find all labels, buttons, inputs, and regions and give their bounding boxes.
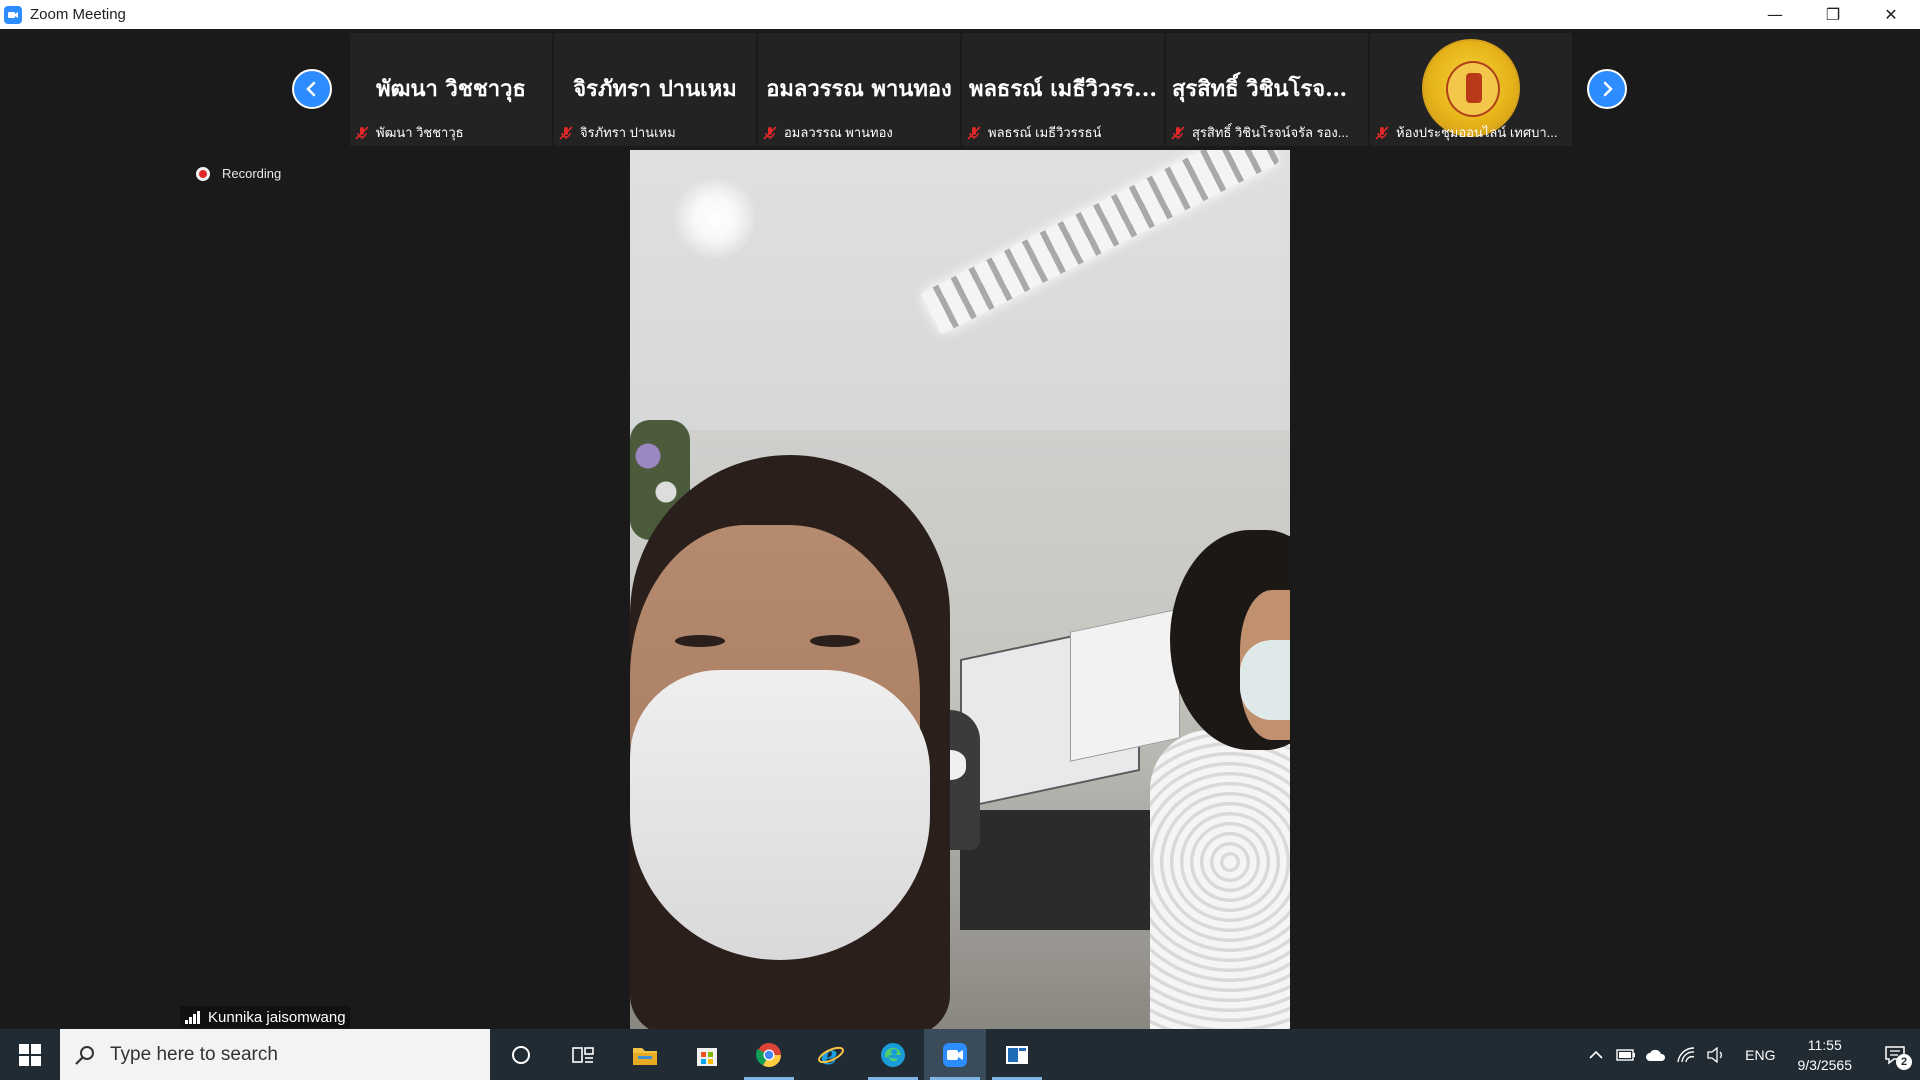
participant-tile[interactable]: พลธรณ์ เมธีวิวรร... พลธรณ์ เมธีวิวรรธน์ <box>962 33 1164 146</box>
participant-display-name: อมลวรรณ พานทอง <box>766 76 952 102</box>
mic-muted-icon <box>967 125 981 140</box>
mic-muted-icon <box>559 125 573 140</box>
gallery-next-button[interactable] <box>1587 69 1627 109</box>
internet-explorer-button[interactable]: e <box>800 1029 862 1080</box>
participant-name-bar: พลธรณ์ เมธีวิวรรธน์ <box>966 122 1160 143</box>
system-tray: ENG 11:55 9/3/2565 2 <box>1581 1029 1920 1080</box>
zoom-button[interactable] <box>924 1029 986 1080</box>
title-bar: Zoom Meeting — ❐ ✕ <box>0 0 1920 29</box>
active-speaker-label: Kunnika jaisomwang <box>180 1006 350 1028</box>
participant-display-name: พลธรณ์ เมธีวิวรร... <box>968 76 1158 102</box>
participant-label: พัฒนา วิชชาวุธ <box>376 125 464 140</box>
participant-tile[interactable]: จิรภัทรา ปานเหม จิรภัทรา ปานเหม <box>554 33 756 146</box>
mic-muted-icon <box>1171 125 1185 140</box>
chrome-icon <box>756 1042 781 1067</box>
participant-label: ห้องประชุมออนไลน์ เทศบา... <box>1396 125 1558 140</box>
system-clock[interactable]: 11:55 9/3/2565 <box>1790 1035 1871 1075</box>
onedrive-button[interactable] <box>1641 1029 1671 1080</box>
network-button[interactable] <box>1671 1029 1701 1080</box>
ie-icon: e <box>818 1041 844 1069</box>
face-mask <box>630 670 930 960</box>
windows-logo-icon <box>19 1043 41 1066</box>
main-video-feed[interactable] <box>630 150 1290 1029</box>
edge-icon <box>881 1042 905 1067</box>
close-button[interactable]: ✕ <box>1862 0 1920 29</box>
window-title: Zoom Meeting <box>30 6 126 23</box>
gallery-prev-button[interactable] <box>292 69 332 109</box>
gallery-strip: พัฒนา วิชชาวุธ พัฒนา วิชชาวุธ จิรภัทรา ป… <box>350 33 1572 146</box>
search-input[interactable] <box>110 1043 450 1066</box>
input-language-indicator[interactable]: ENG <box>1731 1047 1789 1063</box>
participant-display-name: สุรสิทธิ์ วิชินโรจน์... <box>1172 76 1364 102</box>
mic-muted-icon <box>763 125 777 140</box>
participant-name-bar: อมลวรรณ พานทอง <box>762 122 956 143</box>
participant-display-name: พัฒนา วิชชาวุธ <box>376 76 526 102</box>
window-controls: — ❐ ✕ <box>1746 0 1920 29</box>
volume-button[interactable] <box>1701 1029 1731 1080</box>
start-button[interactable] <box>0 1029 60 1080</box>
minimize-button[interactable]: — <box>1746 0 1804 29</box>
task-view-icon <box>572 1046 594 1063</box>
participant-name-bar: ห้องประชุมออนไลน์ เทศบา... <box>1374 122 1568 143</box>
store-button[interactable] <box>676 1029 738 1080</box>
battery-button[interactable] <box>1611 1029 1641 1080</box>
windows-taskbar: e ENG 11:55 9/3/2565 2 <box>0 1029 1920 1080</box>
participant-label: สุรสิทธิ์ วิชินโรจน์จรัล รอง... <box>1192 125 1349 140</box>
participant-tile[interactable]: ห้องประชุมออนไลน์ เทศบา... <box>1370 33 1572 146</box>
fluorescent-light <box>920 150 1280 335</box>
edge-button[interactable] <box>862 1029 924 1080</box>
chevron-up-icon <box>1589 1050 1603 1059</box>
zoom-icon <box>943 1042 967 1067</box>
chevron-left-icon <box>306 81 316 97</box>
file-explorer-icon <box>633 1047 657 1065</box>
clock-time: 11:55 <box>1807 1036 1842 1053</box>
chevron-right-icon <box>1603 81 1613 97</box>
store-icon <box>697 1047 717 1066</box>
mic-muted-icon <box>1375 125 1389 140</box>
restore-button[interactable]: ❐ <box>1804 0 1862 29</box>
battery-icon <box>1616 1048 1636 1061</box>
cortana-icon <box>512 1045 530 1064</box>
participant-label: จิรภัทรา ปานเหม <box>580 125 676 140</box>
speaker-person <box>630 455 950 1029</box>
participant-label: พลธรณ์ เมธีวิวรรธน์ <box>988 125 1102 140</box>
show-hidden-icons-button[interactable] <box>1581 1029 1611 1080</box>
file-explorer-button[interactable] <box>614 1029 676 1080</box>
seated-person <box>1150 530 1290 1029</box>
action-center-button[interactable]: 2 <box>1870 1029 1920 1080</box>
participant-tile[interactable]: พัฒนา วิชชาวุธ พัฒนา วิชชาวุธ <box>350 33 552 146</box>
search-icon <box>75 1045 94 1065</box>
participant-name-bar: จิรภัทรา ปานเหม <box>558 122 752 143</box>
task-view-button[interactable] <box>552 1029 614 1080</box>
recording-indicator[interactable]: Recording <box>196 166 281 181</box>
zoom-app-icon <box>4 5 22 24</box>
svg-text:e: e <box>821 1041 838 1069</box>
record-icon <box>196 166 210 181</box>
participant-tile[interactable]: อมลวรรณ พานทอง อมลวรรณ พานทอง <box>758 33 960 146</box>
cortana-button[interactable] <box>490 1029 552 1080</box>
signal-strength-icon <box>185 1011 200 1024</box>
recording-label: Recording <box>222 166 282 181</box>
window-app-icon <box>1006 1045 1028 1064</box>
wifi-icon <box>1677 1046 1695 1062</box>
meeting-area: พัฒนา วิชชาวุธ พัฒนา วิชชาวุธ จิรภัทรา ป… <box>0 29 1920 1029</box>
participant-tile[interactable]: สุรสิทธิ์ วิชินโรจน์... สุรสิทธิ์ วิชินโ… <box>1166 33 1368 146</box>
chrome-button[interactable] <box>738 1029 800 1080</box>
cloud-icon <box>1646 1049 1666 1061</box>
participant-name-bar: สุรสิทธิ์ วิชินโรจน์จรัล รอง... <box>1170 122 1364 143</box>
participant-name-bar: พัฒนา วิชชาวุธ <box>354 122 548 143</box>
clock-date: 9/3/2565 <box>1797 1056 1853 1073</box>
participant-display-name: จิรภัทรา ปานเหม <box>573 76 737 102</box>
ceiling-light <box>670 178 760 258</box>
participant-label: อมลวรรณ พานทอง <box>784 125 893 140</box>
taskbar-search-box[interactable] <box>60 1029 490 1080</box>
notification-count-badge: 2 <box>1896 1054 1912 1070</box>
speaker-icon <box>1707 1046 1723 1063</box>
office-chair <box>960 810 1160 930</box>
speaker-name: Kunnika jaisomwang <box>208 1008 346 1026</box>
window-app-button[interactable] <box>986 1029 1048 1080</box>
mic-muted-icon <box>355 125 369 140</box>
